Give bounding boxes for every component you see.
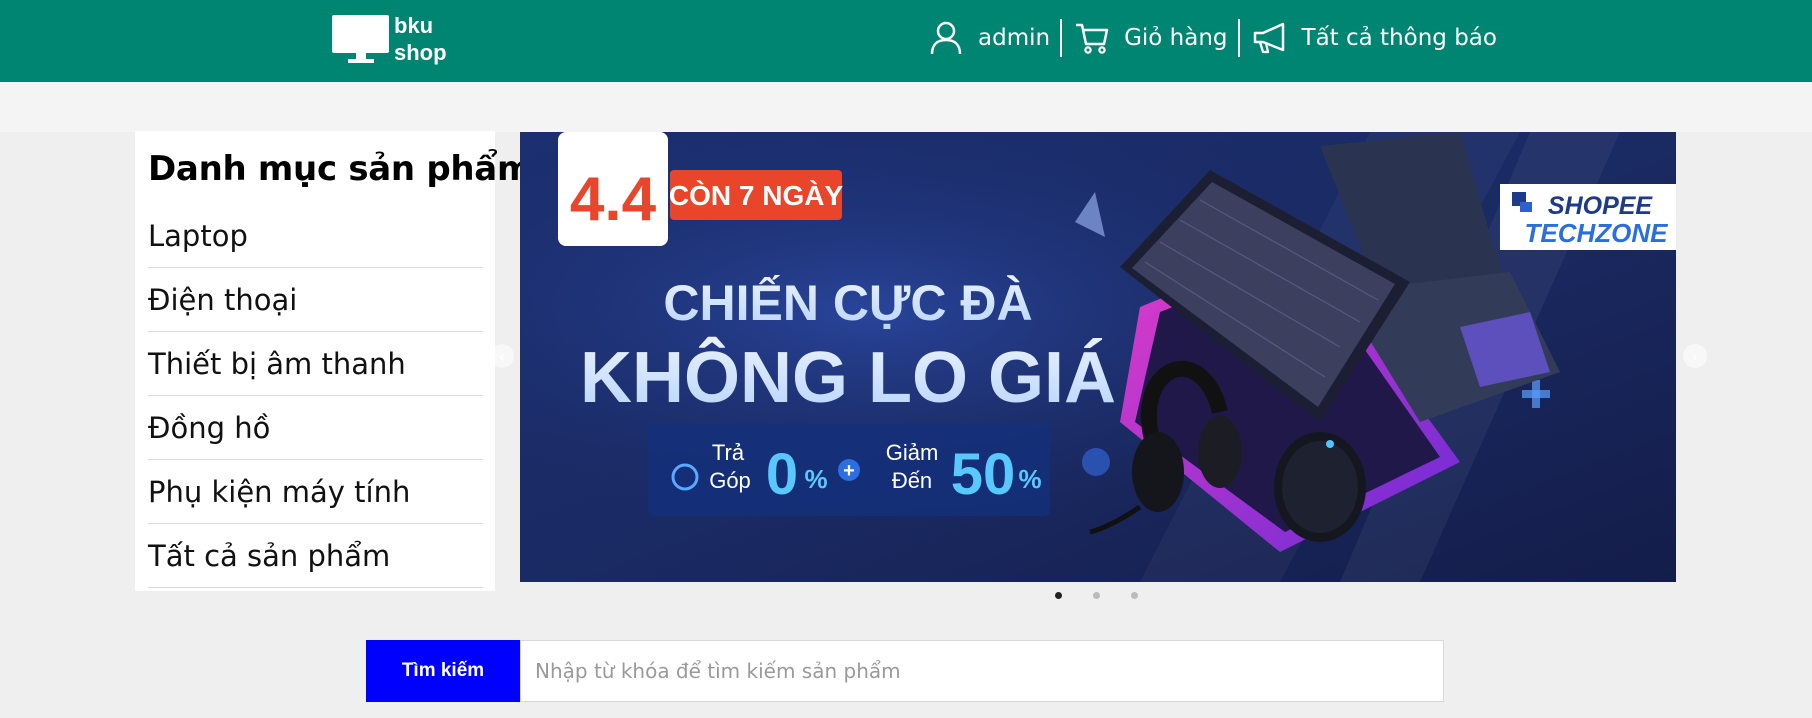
megaphone-icon — [1253, 22, 1284, 54]
carousel-next-button[interactable]: › — [1683, 344, 1707, 368]
carousel-dot-2[interactable] — [1093, 592, 1100, 599]
offer-2-label-a: Giảm — [886, 440, 939, 465]
account-link[interactable]: admin — [928, 18, 1050, 58]
category-title: Danh mục sản phẩm — [148, 149, 533, 189]
top-header: bku shop admin Giỏ hàng Tất cả thông báo — [0, 0, 1812, 82]
category-item-phone[interactable]: Điện thoại — [148, 268, 483, 332]
offer-1-label-b: Góp — [709, 468, 751, 493]
category-item-laptop[interactable]: Laptop — [148, 211, 483, 268]
brand-line-1: SHOPEE — [1548, 192, 1654, 220]
category-item-audio[interactable]: Thiết bị âm thanh — [148, 332, 483, 396]
nav-divider — [1060, 19, 1063, 57]
logo-line-2: shop — [394, 40, 447, 65]
headline-line-1: CHIẾN CỰC ĐÀ — [663, 275, 1032, 331]
offer-2-value: 50 — [951, 442, 1016, 507]
category-item-pc-accessories[interactable]: Phụ kiện máy tính — [148, 460, 483, 524]
svg-text:+: + — [843, 460, 855, 482]
headline-line-2: KHÔNG LO GIÁ — [580, 337, 1116, 418]
search-input[interactable] — [520, 640, 1444, 702]
search-button[interactable]: Tìm kiếm — [366, 640, 520, 702]
promo-banner[interactable]: 4.4 CÒN 7 NGÀY CHIẾN CỰC ĐÀ KHÔNG LO GIÁ… — [520, 132, 1676, 582]
chevron-right-icon: › — [1691, 346, 1699, 366]
user-icon — [930, 21, 962, 55]
notifications-label: Tất cả thông báo — [1301, 25, 1497, 51]
carousel-prev-button[interactable]: ‹ — [490, 344, 514, 368]
chevron-left-icon: ‹ — [498, 346, 506, 366]
account-label: admin — [978, 25, 1051, 51]
carousel-dot-1[interactable] — [1055, 592, 1062, 599]
offer-1-label-a: Trả — [712, 440, 745, 465]
carousel-indicators — [1055, 592, 1169, 599]
site-logo[interactable]: bku shop — [330, 12, 447, 70]
banner-image: 4.4 CÒN 7 NGÀY CHIẾN CỰC ĐÀ KHÔNG LO GIÁ… — [520, 132, 1676, 582]
badge-days: CÒN 7 NGÀY — [669, 180, 844, 211]
logo-line-1: bku — [394, 13, 434, 38]
monitor-icon — [332, 15, 389, 63]
nav-divider — [1237, 19, 1240, 57]
badge-number: 4.4 — [570, 165, 657, 234]
logo-text: bku shop — [394, 12, 447, 66]
carousel-dot-3[interactable] — [1131, 592, 1138, 599]
category-menu: Danh mục sản phẩm Laptop Điện thoại Thiế… — [135, 131, 532, 591]
cart-icon — [1076, 23, 1109, 54]
header-nav: admin Giỏ hàng Tất cả thông báo — [928, 18, 1497, 58]
sub-header-strip — [0, 82, 1812, 132]
category-item-all[interactable]: Tất cả sản phẩm — [148, 524, 483, 588]
brand-line-2: TECHZONE — [1525, 218, 1669, 248]
category-list: Laptop Điện thoại Thiết bị âm thanh Đồng… — [148, 211, 483, 588]
offer-2-unit: % — [1018, 464, 1041, 494]
cart-link[interactable]: Giỏ hàng — [1074, 18, 1228, 58]
notifications-link[interactable]: Tất cả thông báo — [1252, 18, 1497, 58]
cart-label: Giỏ hàng — [1124, 25, 1228, 51]
offer-2-label-b: Đến — [892, 468, 932, 493]
offer-1-value: 0 — [766, 442, 798, 507]
category-item-watch[interactable]: Đồng hồ — [148, 396, 483, 460]
offer-1-unit: % — [804, 464, 827, 494]
